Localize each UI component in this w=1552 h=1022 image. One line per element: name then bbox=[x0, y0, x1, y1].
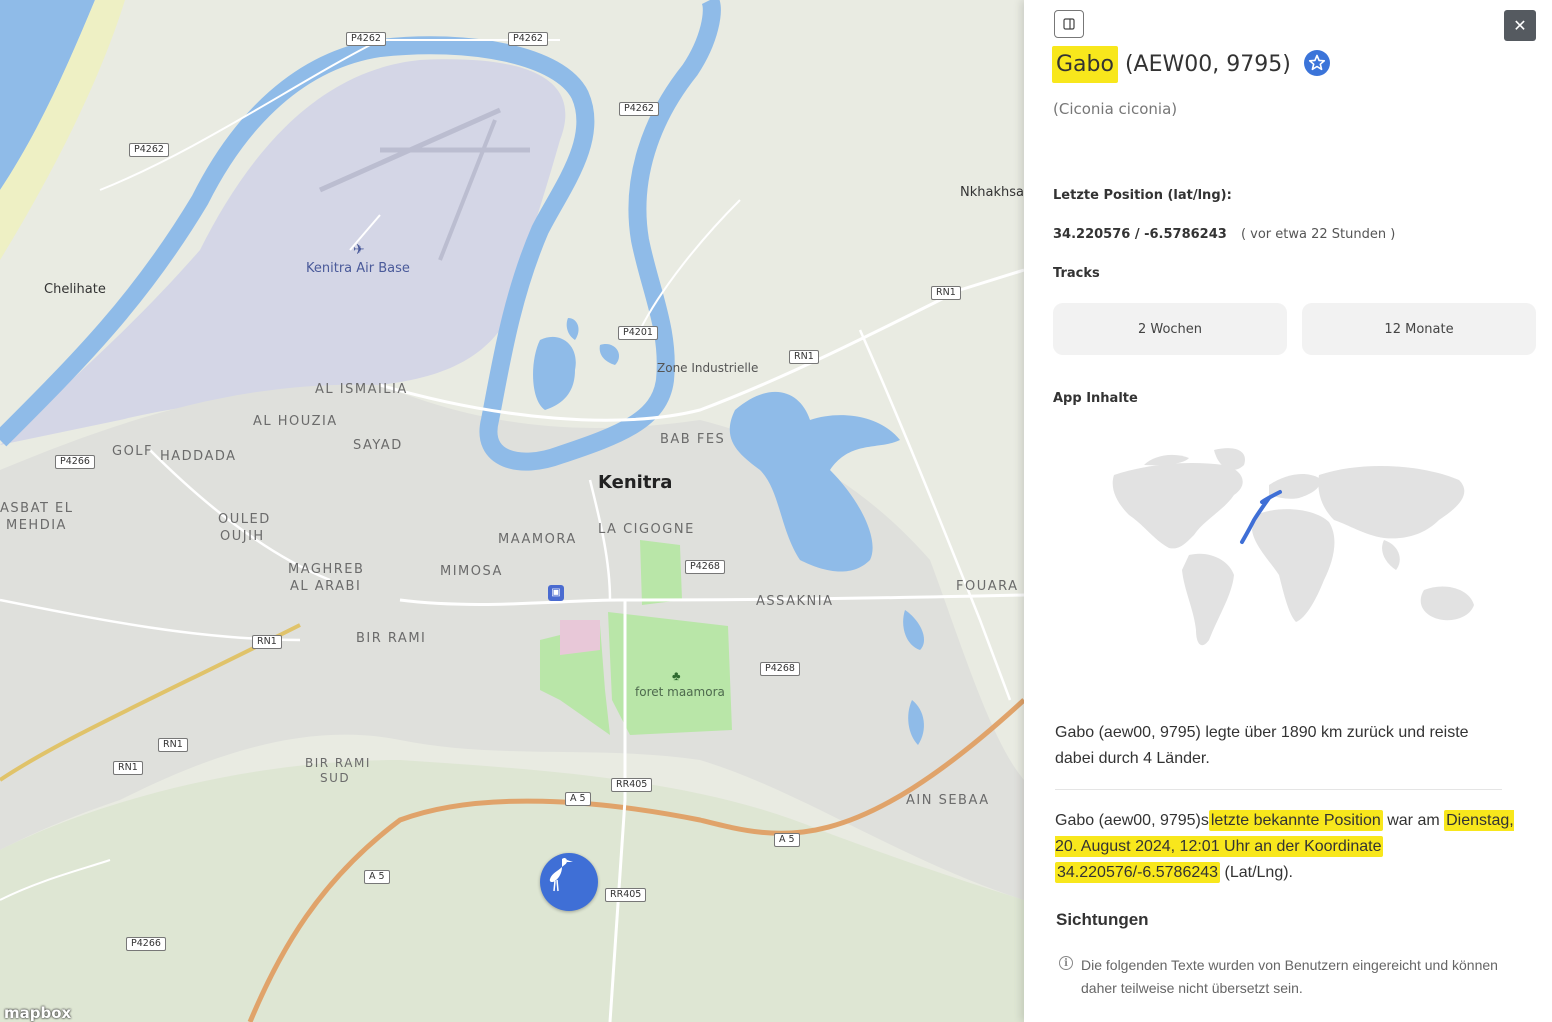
sightings-disclaimer: Die folgenden Texte wurden von Benutzern… bbox=[1081, 957, 1498, 996]
road-shield: RR405 bbox=[611, 778, 653, 792]
time-ago: ( vor etwa 22 Stunden ) bbox=[1240, 227, 1396, 242]
road-shield: RN1 bbox=[789, 350, 819, 364]
map-label-mimosa: MIMOSA bbox=[440, 564, 503, 579]
map-label-ain-sebaa: AIN SEBAA bbox=[906, 793, 990, 808]
road-shield: A 5 bbox=[364, 870, 390, 884]
map-label-golf: GOLF bbox=[112, 444, 154, 459]
map-view[interactable]: Kenitra ✈ Kenitra Air Base Chelihate Nkh… bbox=[0, 0, 1024, 1022]
detail-panel: ✕ Gabo (AEW00, 9795) (Ciconia ciconia) L… bbox=[1024, 0, 1552, 1022]
road-shield: P4262 bbox=[619, 102, 659, 116]
bird-ids: (AEW00, 9795) bbox=[1124, 52, 1291, 77]
last-position-coordinates: 34.220576 / -6.5786243 ( vor etwa 22 Stu… bbox=[1053, 227, 1395, 242]
app-content-heading: App Inhalte bbox=[1053, 391, 1138, 406]
tracks-heading: Tracks bbox=[1053, 266, 1100, 281]
migration-summary: Gabo (aew00, 9795) legte über 1890 km zu… bbox=[1055, 724, 1469, 767]
divider bbox=[1055, 789, 1502, 790]
map-label-assaknia: ASSAKNIA bbox=[756, 594, 834, 609]
map-label-zone-industrielle: Zone Industrielle bbox=[657, 361, 759, 375]
road-shield: P4266 bbox=[126, 937, 166, 951]
coordinates-value: 34.220576 / -6.5786243 bbox=[1053, 227, 1227, 242]
mapbox-logo[interactable]: mapbox bbox=[4, 1004, 71, 1022]
map-label-bab-fes: BAB FES bbox=[660, 432, 726, 447]
map-label-haddada: HADDADA bbox=[160, 449, 237, 464]
track-12-months-button[interactable]: 12 Monate bbox=[1302, 303, 1536, 355]
map-label-al-arabi: AL ARABI bbox=[290, 579, 362, 594]
close-button[interactable]: ✕ bbox=[1504, 10, 1536, 41]
road-shield: RN1 bbox=[113, 761, 143, 775]
map-label-bir-rami-sud-2: SUD bbox=[320, 771, 351, 785]
train-station-icon[interactable]: ▣ bbox=[548, 585, 564, 601]
star-icon bbox=[1308, 54, 1325, 71]
map-label-oujih: OUJIH bbox=[220, 529, 265, 544]
road-shield: RR405 bbox=[605, 888, 647, 902]
map-label-fouarat: FOUARA bbox=[956, 579, 1019, 594]
map-label-mehdia: MEHDIA bbox=[6, 518, 67, 533]
map-label-foret: foret maamora bbox=[635, 685, 725, 699]
road-shield: P4268 bbox=[760, 662, 800, 676]
panel-toggle-icon bbox=[1063, 18, 1075, 30]
map-label-la-cigogne: LA CIGOGNE bbox=[598, 522, 695, 537]
stork-icon bbox=[549, 857, 573, 892]
mapbox-logo-text: mapbox bbox=[4, 1004, 72, 1022]
map-label-chelihate: Chelihate bbox=[44, 282, 106, 297]
road-shield: A 5 bbox=[774, 833, 800, 847]
road-shield: P4262 bbox=[508, 32, 548, 46]
map-label-al-ismailia: AL ISMAILIA bbox=[315, 382, 408, 397]
map-label-nkhakhsa: Nkhakhsa bbox=[960, 185, 1024, 200]
bird-name: Gabo bbox=[1052, 46, 1118, 83]
close-icon: ✕ bbox=[1513, 17, 1527, 35]
map-label-maghreb: MAGHREB bbox=[288, 562, 365, 577]
bird-title: Gabo (AEW00, 9795) bbox=[1052, 46, 1330, 83]
road-shield: P4266 bbox=[55, 455, 95, 469]
stork-location-marker[interactable] bbox=[540, 853, 598, 911]
collapse-panel-button[interactable] bbox=[1054, 10, 1084, 38]
track-2-weeks-button[interactable]: 2 Wochen bbox=[1053, 303, 1287, 355]
world-map-graphic bbox=[1112, 448, 1474, 646]
road-shield: A 5 bbox=[565, 792, 591, 806]
map-label-bir-rami: BIR RAMI bbox=[356, 631, 427, 646]
airport-icon: ✈ bbox=[353, 241, 365, 257]
last-known-coords-highlight: 34.220576/-6.5786243 bbox=[1055, 862, 1221, 883]
road-shield: P4262 bbox=[129, 143, 169, 157]
last-position-heading: Letzte Position (lat/lng): bbox=[1053, 188, 1232, 203]
map-label-ouled: OULED bbox=[218, 512, 271, 527]
last-known-part: Gabo (aew00, 9795)s bbox=[1055, 812, 1209, 829]
map-label-sayad: SAYAD bbox=[353, 438, 403, 453]
favorite-star-icon[interactable] bbox=[1303, 50, 1330, 76]
road-shield: RN1 bbox=[158, 738, 188, 752]
species-name: (Ciconia ciconia) bbox=[1053, 100, 1178, 118]
last-known-highlight: letzte bekannte Position bbox=[1208, 810, 1383, 831]
tree-icon: ♣ bbox=[672, 668, 681, 683]
map-label-kenitra: Kenitra bbox=[598, 472, 673, 493]
road-shield: RN1 bbox=[252, 635, 282, 649]
sightings-heading: Sichtungen bbox=[1056, 910, 1149, 929]
last-known-part: (Lat/Lng). bbox=[1224, 864, 1293, 881]
map-label-maamora: MAAMORA bbox=[498, 532, 577, 547]
map-label-bir-rami-sud-1: BIR RAMI bbox=[305, 756, 371, 770]
last-known-position-text: Gabo (aew00, 9795)s letzte bekannte Posit… bbox=[1055, 808, 1515, 886]
road-shield: P4268 bbox=[685, 560, 725, 574]
map-label-air-base: Kenitra Air Base bbox=[306, 261, 410, 276]
map-label-kasbat: ASBAT EL bbox=[0, 501, 74, 516]
last-known-part: war am bbox=[1387, 812, 1440, 829]
road-shield: P4201 bbox=[618, 326, 658, 340]
road-shield: P4262 bbox=[346, 32, 386, 46]
info-icon: i bbox=[1059, 956, 1073, 970]
road-shield: RN1 bbox=[931, 286, 961, 300]
map-label-al-houzia: AL HOUZIA bbox=[253, 414, 338, 429]
